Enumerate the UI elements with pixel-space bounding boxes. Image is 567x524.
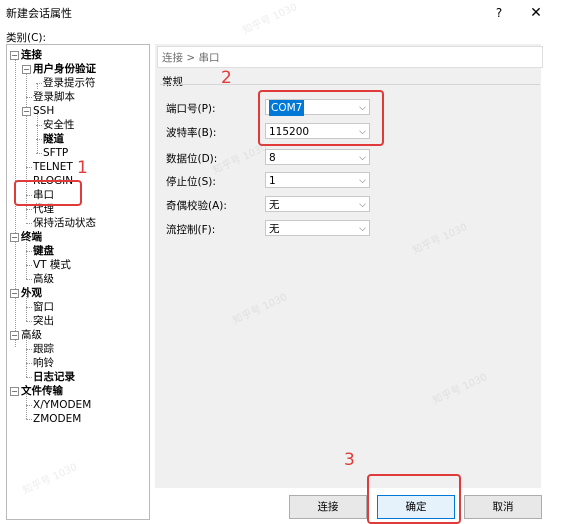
collapse-icon[interactable]: −: [10, 331, 19, 340]
breadcrumb: 连接 > 串口: [162, 52, 220, 64]
tree-item[interactable]: ZMODEM: [33, 412, 81, 426]
tree-item[interactable]: 登录脚本: [33, 90, 75, 104]
field-label: 端口号(P):: [166, 103, 216, 115]
tree-item[interactable]: 突出: [33, 314, 54, 328]
cancel-button[interactable]: 取消: [464, 495, 542, 519]
tree-item[interactable]: 键盘: [33, 244, 54, 258]
chevron-down-icon[interactable]: ⌵: [359, 173, 366, 189]
tree-item[interactable]: 连接: [21, 48, 42, 62]
chevron-down-icon[interactable]: ⌵: [359, 150, 366, 166]
tree-item[interactable]: 登录提示符: [43, 76, 96, 90]
category-label: 类别(C):: [6, 32, 47, 44]
field-value: 8: [269, 152, 276, 164]
tree-guide-line: [26, 223, 32, 224]
connect-button[interactable]: 连接: [289, 495, 367, 519]
tree-guide-line: [26, 279, 32, 280]
annotation-box-ok: [367, 474, 461, 524]
tree-item[interactable]: 用户身份验证: [33, 62, 96, 76]
tree-item[interactable]: X/YMODEM: [33, 398, 91, 412]
tree-item[interactable]: 日志记录: [33, 370, 75, 384]
tree-item[interactable]: 响铃: [33, 356, 54, 370]
category-tree[interactable]: 连接 − 用户身份验证 − 登录提示符 登录脚本 SSH − 安全性 隧道 SFTP TELNET RL…: [6, 44, 150, 520]
tree-guide-line: [26, 405, 32, 406]
field-label: 流控制(F):: [166, 224, 216, 236]
chevron-down-icon[interactable]: ⌵: [359, 221, 366, 237]
annotation-number-3: 3: [344, 450, 355, 470]
collapse-icon[interactable]: −: [10, 387, 19, 396]
close-icon[interactable]: ✕: [524, 2, 548, 24]
collapse-icon[interactable]: −: [10, 289, 19, 298]
tree-item[interactable]: 跟踪: [33, 342, 54, 356]
tree-item[interactable]: VT 模式: [33, 258, 71, 272]
field-value: 无: [269, 199, 280, 211]
field-label: 停止位(S):: [166, 176, 216, 188]
tree-item[interactable]: SSH: [33, 104, 54, 118]
tree-item[interactable]: TELNET: [33, 160, 73, 174]
tree-guide-line: [26, 167, 32, 168]
tree-item[interactable]: 隧道: [43, 132, 64, 146]
chevron-down-icon[interactable]: ⌵: [359, 197, 366, 213]
tree-guide-line: [26, 251, 32, 252]
field-label: 奇偶校验(A):: [166, 200, 227, 212]
tree-guide-line: [26, 209, 32, 210]
help-button[interactable]: ?: [488, 2, 510, 24]
collapse-icon[interactable]: −: [22, 107, 31, 116]
tree-guide-line: [26, 377, 32, 378]
field-select[interactable]: 1 ⌵: [265, 172, 370, 188]
field-value: 1: [269, 175, 276, 187]
annotation-number-2: 2: [221, 68, 232, 88]
field-label: 波特率(B):: [166, 127, 217, 139]
tree-item[interactable]: 文件传输: [21, 384, 63, 398]
tree-guide-line: [36, 139, 42, 140]
tree-guide-line: [36, 83, 42, 84]
tree-guide-line: [36, 125, 42, 126]
tree-guide-line: [26, 419, 32, 420]
tree-item[interactable]: 高级: [33, 272, 54, 286]
tree-guide-line: [26, 265, 32, 266]
tree-item[interactable]: 高级: [21, 328, 42, 342]
tree-guide-line: [26, 363, 32, 364]
collapse-icon[interactable]: −: [22, 65, 31, 74]
collapse-icon[interactable]: −: [10, 51, 19, 60]
annotation-number-1: 1: [77, 158, 88, 178]
window-title: 新建会话属性: [6, 7, 72, 20]
annotation-box-port-baud: [258, 90, 384, 146]
tree-item[interactable]: 窗口: [33, 300, 54, 314]
tree-item[interactable]: 保持活动状态: [33, 216, 96, 230]
collapse-icon[interactable]: −: [10, 233, 19, 242]
tree-item[interactable]: SFTP: [43, 146, 68, 160]
tree-item[interactable]: 安全性: [43, 118, 75, 132]
tree-guide-line: [26, 349, 32, 350]
field-select[interactable]: 无 ⌵: [265, 220, 370, 236]
tree-guide-line: [26, 97, 32, 98]
tree-guide-line: [36, 153, 42, 154]
tree-guide-line: [26, 321, 32, 322]
tree-item[interactable]: 终端: [21, 230, 42, 244]
tree-item[interactable]: 外观: [21, 286, 42, 300]
field-select[interactable]: 8 ⌵: [265, 149, 370, 165]
field-value: 无: [269, 223, 280, 235]
field-select[interactable]: 无 ⌵: [265, 196, 370, 212]
tree-guide-line: [26, 307, 32, 308]
annotation-box-serial: [14, 180, 82, 206]
